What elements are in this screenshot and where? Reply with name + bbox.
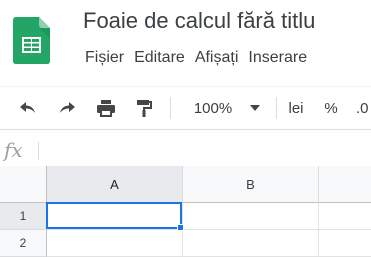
currency-label: lei bbox=[288, 99, 304, 117]
currency-format-button[interactable]: lei bbox=[284, 96, 308, 120]
cell-c1[interactable] bbox=[319, 203, 371, 230]
print-button[interactable] bbox=[94, 96, 118, 120]
undo-button[interactable] bbox=[16, 96, 40, 120]
menu-item-file[interactable]: Fișier bbox=[80, 47, 129, 71]
cell-c2[interactable] bbox=[319, 230, 371, 257]
zoom-value: 100% bbox=[193, 99, 233, 117]
column-header-c[interactable] bbox=[319, 166, 371, 203]
cell-b2[interactable] bbox=[183, 230, 319, 257]
select-all-corner[interactable] bbox=[0, 166, 47, 203]
toolbar-divider bbox=[170, 97, 171, 119]
percent-label: % bbox=[324, 99, 338, 117]
menu-item-edit[interactable]: Editare bbox=[129, 47, 190, 71]
undo-icon bbox=[18, 100, 38, 116]
row-header-1[interactable]: 1 bbox=[0, 203, 47, 230]
cell-b1[interactable] bbox=[183, 203, 319, 230]
paint-format-button[interactable] bbox=[133, 96, 155, 120]
redo-icon bbox=[57, 100, 77, 116]
fx-icon: fx bbox=[4, 138, 23, 162]
print-icon bbox=[96, 99, 116, 117]
percent-format-button[interactable]: % bbox=[322, 96, 340, 120]
title-bar: Foaie de calcul fără titlu Fișier Editar… bbox=[0, 0, 371, 78]
menu-item-view[interactable]: Afișați bbox=[190, 47, 244, 71]
formula-divider bbox=[38, 142, 39, 160]
cell-a2[interactable] bbox=[47, 230, 183, 257]
row-header-2[interactable]: 2 bbox=[0, 230, 47, 257]
column-header-b[interactable]: B bbox=[183, 166, 319, 203]
fill-handle[interactable] bbox=[177, 224, 184, 231]
toolbar-divider bbox=[276, 97, 277, 119]
redo-button[interactable] bbox=[55, 96, 79, 120]
document-title[interactable]: Foaie de calcul fără titlu bbox=[83, 8, 315, 34]
chevron-down-icon bbox=[250, 105, 261, 111]
spreadsheet-grid: A B 1 2 bbox=[0, 166, 371, 257]
formula-bar: fx bbox=[0, 136, 371, 167]
formula-input[interactable] bbox=[44, 140, 364, 162]
cell-a1[interactable] bbox=[47, 203, 183, 230]
paint-format-icon bbox=[136, 99, 152, 118]
zoom-select[interactable]: 100% bbox=[186, 96, 268, 120]
decrease-decimal-button[interactable]: .0 bbox=[356, 96, 371, 120]
column-header-a[interactable]: A bbox=[47, 166, 183, 203]
google-sheets-icon[interactable] bbox=[13, 17, 50, 64]
decimal-label: .0 bbox=[356, 99, 369, 117]
menu-item-insert[interactable]: Inserare bbox=[243, 47, 312, 71]
menu-bar: Fișier Editare Afișați Inserare bbox=[80, 47, 312, 71]
toolbar: 100% lei % .0 bbox=[0, 86, 371, 130]
